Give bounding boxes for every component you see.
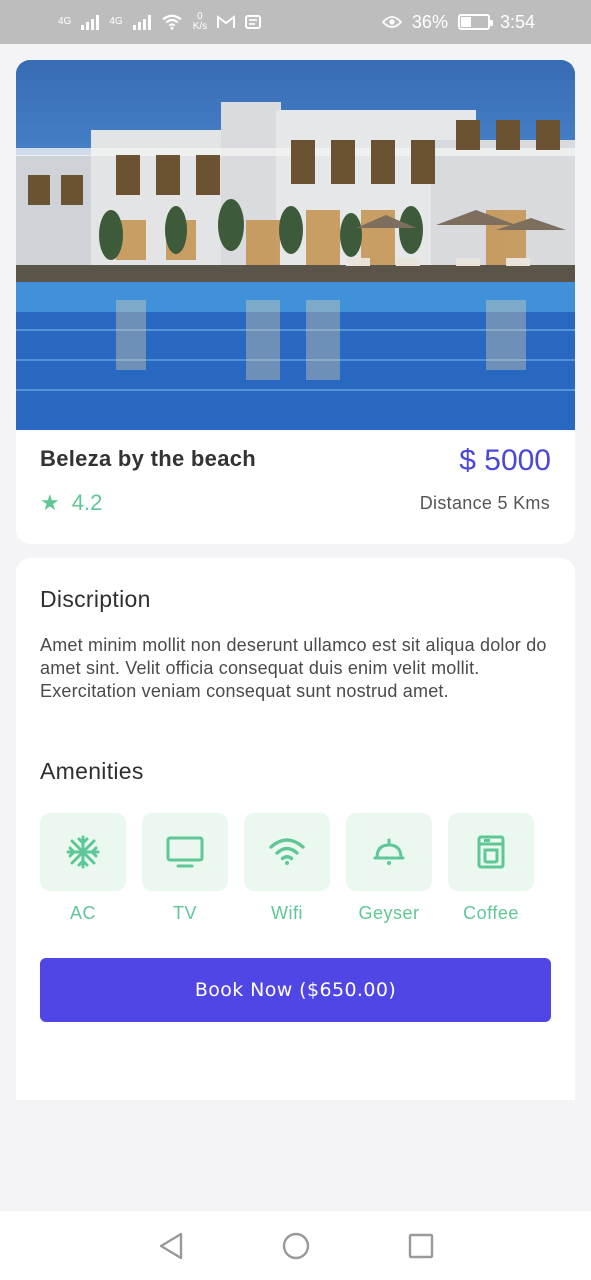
geyser-icon <box>373 838 405 865</box>
network-1-label: 4G <box>58 16 72 27</box>
wifi-status-icon <box>162 14 182 30</box>
net-speed-unit: K/s <box>192 21 208 32</box>
coffee-machine-icon <box>477 835 505 869</box>
rating-value: 4.2 <box>71 490 103 515</box>
battery-icon <box>457 14 493 30</box>
star-icon: ★ <box>40 490 60 515</box>
hotel-price: $ 5000 <box>459 444 551 477</box>
amenity-label: TV <box>172 903 197 923</box>
amenity-label: Wifi <box>271 903 303 923</box>
amenities-list: AC TV Wifi Geyser Coffee <box>40 813 534 924</box>
recents-square-icon <box>408 1233 433 1258</box>
amenity-label: AC <box>69 903 96 923</box>
home-button[interactable] <box>281 1231 311 1261</box>
status-bar-left: 4G 4G 0 K/s <box>58 12 262 32</box>
amenity-label: Geyser <box>358 903 420 923</box>
message-icon <box>245 15 262 29</box>
back-triangle-icon <box>159 1232 182 1259</box>
battery-percent: 36% <box>411 11 448 32</box>
amenity-wifi[interactable]: Wifi <box>244 813 330 924</box>
back-button[interactable] <box>156 1231 186 1261</box>
status-bar-right: 36% 3:54 <box>381 11 535 33</box>
wifi-icon <box>269 838 305 865</box>
amenity-label: Coffee <box>463 903 519 923</box>
recents-button[interactable] <box>406 1231 436 1261</box>
network-2-label: 4G <box>109 16 123 27</box>
hotel-photo <box>16 60 575 430</box>
hotel-card[interactable]: Beleza by the beach $ 5000 ★ 4.2 Distanc… <box>16 60 575 544</box>
hotel-rating: ★ 4.2 <box>40 490 102 516</box>
description-text: Amet minim mollit non deserunt ullamco e… <box>40 635 547 701</box>
amenity-geyser[interactable]: Geyser <box>346 813 432 924</box>
description-title: Discription <box>40 586 151 612</box>
amenity-tv[interactable]: TV <box>142 813 228 924</box>
amenity-coffee[interactable]: Coffee <box>448 813 534 924</box>
amenity-icon-box <box>244 813 330 891</box>
hotel-name: Beleza by the beach <box>40 446 256 471</box>
net-speed: 0 K/s <box>193 12 207 32</box>
amenity-icon-box <box>142 813 228 891</box>
amenity-icon-box <box>448 813 534 891</box>
amenities-title: Amenities <box>40 758 144 784</box>
amenity-icon-box <box>40 813 126 891</box>
amenity-icon-box <box>346 813 432 891</box>
signal-icon <box>132 14 151 30</box>
gmail-icon <box>217 15 236 28</box>
amenity-ac[interactable]: AC <box>40 813 126 924</box>
snowflake-icon <box>66 835 100 869</box>
details-card: Discription Amet minim mollit non deseru… <box>16 558 575 1100</box>
home-circle-icon <box>282 1232 309 1259</box>
hotel-distance: Distance 5 Kms <box>419 493 550 513</box>
eye-icon <box>381 16 402 28</box>
book-now-button[interactable]: Book Now ($650.00) <box>40 958 551 1022</box>
battery-level <box>460 17 471 27</box>
clock: 3:54 <box>499 11 535 32</box>
system-nav-bar <box>0 1211 591 1280</box>
signal-icon <box>81 14 100 30</box>
tv-icon <box>166 836 204 868</box>
status-bar: 4G 4G 0 K/s 36% 3:54 <box>0 0 591 44</box>
